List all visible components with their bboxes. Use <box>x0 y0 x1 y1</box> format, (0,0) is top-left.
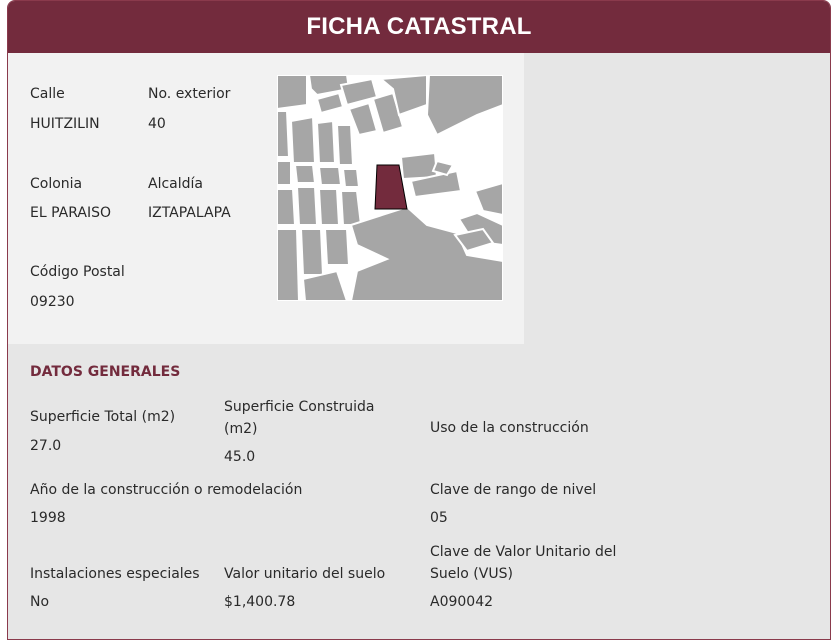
parcel-map-image <box>276 73 504 302</box>
parcel-map-icon <box>276 73 504 302</box>
instalaciones-value: No <box>30 594 50 610</box>
colonia-label: Colonia <box>30 176 83 192</box>
valor-suelo-value: $1,400.78 <box>224 594 296 610</box>
vus-label-line2: Suelo (VUS) <box>430 566 513 582</box>
colonia-value: EL PARAISO <box>30 205 111 221</box>
sup-total-value: 27.0 <box>30 438 62 454</box>
anio-label: Año de la construcción o remodelación <box>30 482 303 498</box>
vus-value: A090042 <box>430 594 494 610</box>
section-title-datos-generales: DATOS GENERALES <box>30 364 181 380</box>
alcaldia-label: Alcaldía <box>148 176 203 192</box>
sup-total-label: Superficie Total (m2) <box>30 409 176 425</box>
alcaldia-value: IZTAPALAPA <box>148 205 231 221</box>
sup-construida-value: 45.0 <box>224 449 256 465</box>
sup-construida-label-line2: (m2) <box>224 421 258 437</box>
cp-value: 09230 <box>30 294 75 310</box>
valor-suelo-label: Valor unitario del suelo <box>224 566 386 582</box>
vus-label-line1: Clave de Valor Unitario del <box>430 544 617 560</box>
calle-value: HUITZILIN <box>30 116 100 132</box>
exterior-value: 40 <box>148 116 166 132</box>
instalaciones-label: Instalaciones especiales <box>30 566 200 582</box>
cp-label: Código Postal <box>30 264 125 280</box>
exterior-label: No. exterior <box>148 86 231 102</box>
calle-label: Calle <box>30 86 65 102</box>
rango-value: 05 <box>430 510 448 526</box>
cadastral-card: FICHA CATASTRAL Calle HUITZILIN No. exte… <box>7 0 831 640</box>
anio-value: 1998 <box>30 510 66 526</box>
rango-label: Clave de rango de nivel <box>430 482 597 498</box>
sup-construida-label-line1: Superficie Construida <box>224 399 375 415</box>
page-title: FICHA CATASTRAL <box>8 1 830 53</box>
uso-label: Uso de la construcción <box>430 420 589 436</box>
